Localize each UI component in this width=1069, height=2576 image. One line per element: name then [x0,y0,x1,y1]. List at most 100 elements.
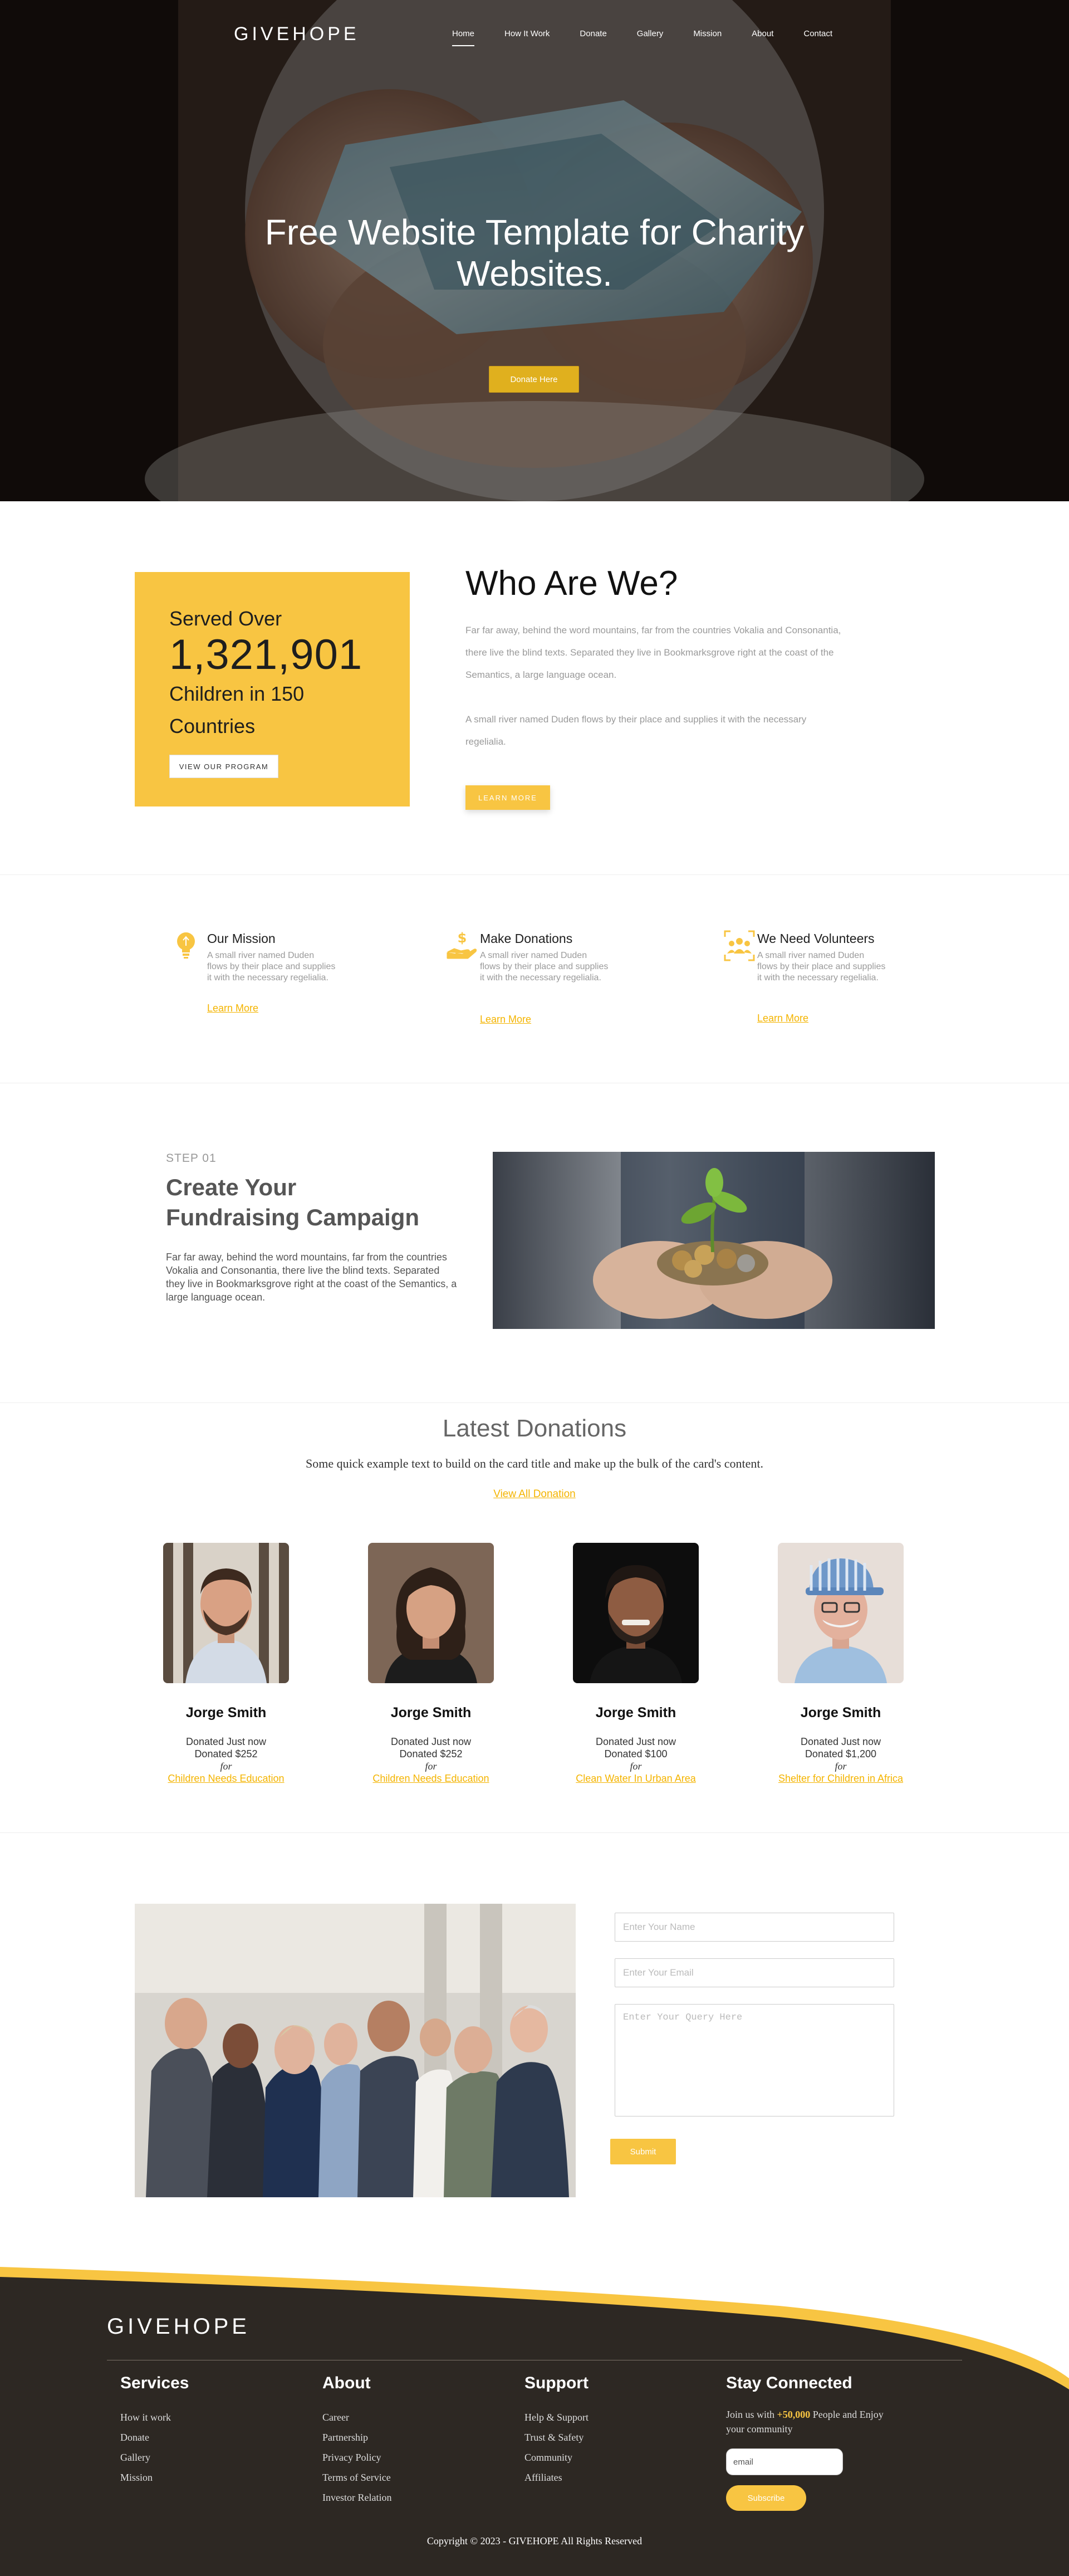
footer-services-title: Services [120,2374,189,2392]
footer-services-column: Services How it work Donate Gallery Miss… [120,2374,189,2487]
feature-learn-more-link[interactable]: Learn More [480,1014,531,1025]
latest-donations-title: Latest Donations [442,1415,627,1442]
query-textarea[interactable] [615,2004,894,2116]
footer-link-gallery[interactable]: Gallery [120,2447,189,2467]
join-pre: Join us with [726,2409,777,2420]
donor-amount: Donated $1,200 [805,1748,877,1759]
donor-time: Donated Just now [800,1736,881,1747]
donor-cause-link[interactable]: Clean Water In Urban Area [576,1773,695,1784]
footer-link-career[interactable]: Career [322,2407,391,2427]
section-divider [0,1402,1069,1403]
brand-logo[interactable]: GIVEHOPE [234,23,360,45]
donor-card: Jorge Smith Donated Just now Donated $10… [552,1543,719,1785]
hero-title: Free Website Template for Charity Websit… [264,212,805,294]
feature-learn-more-link[interactable]: Learn More [757,1013,808,1024]
view-our-program-button[interactable]: VIEW OUR PROGRAM [169,755,278,778]
who-paragraph-2: A small river named Duden flows by their… [465,714,807,747]
donor-avatar [573,1543,699,1683]
served-stats-box: Served Over 1,321,901 Children in 150 Co… [135,572,410,806]
footer-link-affiliates[interactable]: Affiliates [524,2467,589,2487]
feature-text: A small river named Duden flows by their… [757,951,886,983]
footer-link-help-support[interactable]: Help & Support [524,2407,589,2427]
donor-avatar [778,1543,904,1683]
footer-support-title: Support [524,2374,589,2392]
feature-title: Our Mission [207,931,276,946]
donor-avatar [368,1543,494,1683]
donor-amount: Donated $252 [194,1748,258,1759]
nav-how-it-work[interactable]: How It Work [504,29,550,46]
donate-here-button[interactable]: Donate Here [489,366,579,393]
main-nav: Home How It Work Donate Gallery Mission … [452,29,862,46]
donor-for: for [835,1761,847,1772]
nav-donate[interactable]: Donate [580,29,606,46]
footer-about-column: About Career Partnership Privacy Policy … [322,2374,391,2507]
nav-home[interactable]: Home [452,29,475,46]
footer-link-privacy-policy[interactable]: Privacy Policy [322,2447,391,2467]
donor-amount: Donated $252 [399,1748,463,1759]
footer-join-text: Join us with +50,000 People and Enjoy yo… [726,2407,893,2436]
footer-stay-title: Stay Connected [726,2374,852,2392]
latest-donations-subtitle: Some quick example text to build on the … [305,1456,763,1470]
footer-link-partnership[interactable]: Partnership [322,2427,391,2447]
nav-contact[interactable]: Contact [803,29,832,46]
step-text: Far far away, behind the word mountains,… [166,1252,457,1303]
donor-name: Jorge Smith [800,1705,881,1720]
section-divider [0,1832,1069,1833]
donor-card: Jorge Smith Donated Just now Donated $25… [347,1543,514,1785]
step-label: STEP 01 [166,1152,217,1165]
footer-link-trust-safety[interactable]: Trust & Safety [524,2427,589,2447]
lightbulb-icon [177,932,195,959]
donor-time: Donated Just now [390,1736,472,1747]
join-count: +50,000 [777,2409,811,2420]
feature-title: We Need Volunteers [757,931,875,946]
served-number: 1,321,901 [169,631,363,678]
donor-name: Jorge Smith [595,1705,676,1720]
donor-card: Jorge Smith Donated Just now Donated $1,… [757,1543,924,1785]
submit-button[interactable]: Submit [610,2139,676,2164]
footer-link-terms-of-service[interactable]: Terms of Service [322,2467,391,2487]
footer-link-investor-relation[interactable]: Investor Relation [322,2487,391,2507]
footer-link-community[interactable]: Community [524,2447,589,2467]
email-input[interactable] [615,1958,894,1987]
donor-cause-link[interactable]: Children Needs Education [168,1773,284,1784]
donor-cause-link[interactable]: Shelter for Children in Africa [778,1773,903,1784]
feature-text: A small river named Duden flows by their… [207,951,336,983]
donor-time: Donated Just now [595,1736,676,1747]
step-title: Create Your Fundraising Campaign [166,1174,420,1230]
feature-title: Make Donations [480,931,573,946]
footer-link-donate[interactable]: Donate [120,2427,189,2447]
footer-support-column: Support Help & Support Trust & Safety Co… [524,2374,589,2487]
donor-name: Jorge Smith [390,1705,472,1720]
feature-text: A small river named Duden flows by their… [480,951,609,983]
nav-mission[interactable]: Mission [693,29,722,46]
feature-learn-more-link[interactable]: Learn More [207,1003,258,1014]
footer-stay-connected-column: Stay Connected Join us with +50,000 Peop… [726,2374,893,2511]
feature-make-donations: $ Make Donations A small river named Dud… [445,929,629,1035]
donor-time: Donated Just now [185,1736,267,1747]
donor-for: for [425,1761,437,1772]
footer-link-how-it-work[interactable]: How it work [120,2407,189,2427]
footer-email-input[interactable] [726,2448,843,2475]
footer-about-title: About [322,2374,371,2392]
learn-more-button[interactable]: LEARN MORE [465,785,550,810]
feature-volunteers: We Need Volunteers A small river named D… [723,929,906,1035]
coins-plant-hands-image [493,1152,935,1329]
donor-amount: Donated $100 [604,1748,668,1759]
donor-avatar [163,1543,289,1683]
footer-link-mission[interactable]: Mission [120,2467,189,2487]
who-paragraph-1: Far far away, behind the word mountains,… [465,625,841,680]
nav-gallery[interactable]: Gallery [637,29,664,46]
svg-text:$: $ [458,930,467,946]
served-line1: Served Over [169,607,282,630]
subscribe-button[interactable]: Subscribe [726,2485,806,2511]
footer-brand[interactable]: GIVEHOPE [107,2314,250,2339]
nav-about[interactable]: About [752,29,773,46]
section-divider [0,874,1069,875]
name-input[interactable] [615,1913,894,1942]
volunteers-icon [724,930,755,961]
view-all-donation-link[interactable]: View All Donation [0,1488,1069,1500]
team-group-photo [135,1904,576,2197]
served-line3: Children in 150 Countries [169,682,305,737]
donor-cause-link[interactable]: Children Needs Education [372,1773,489,1784]
hero-section: GIVEHOPE Home How It Work Donate Gallery… [0,0,1069,501]
